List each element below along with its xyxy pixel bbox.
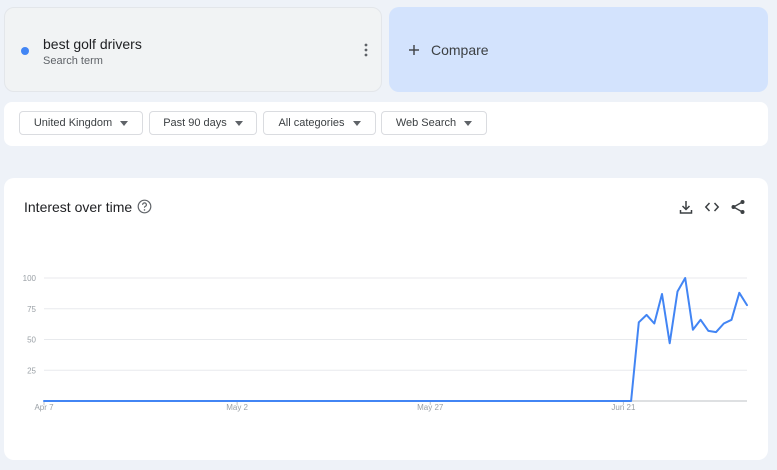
period-dropdown[interactable]: Past 90 days — [149, 111, 257, 135]
x-tick-label: Jun 21 — [611, 403, 636, 412]
search-term-card[interactable]: best golf drivers Search term — [4, 7, 382, 92]
series-color-dot — [21, 47, 29, 55]
y-tick-label: 75 — [27, 305, 36, 314]
search-term-subtitle: Search term — [43, 55, 103, 67]
y-tick-label: 100 — [23, 274, 37, 283]
filter-bar: United Kingdom Past 90 days All categori… — [4, 102, 768, 146]
x-tick-label: May 27 — [417, 403, 444, 412]
add-icon — [409, 44, 419, 55]
caret-down-icon — [120, 120, 129, 126]
interest-line-chart: 25 50 75 100 Apr 7 May 2 May 27 Jun 21 — [23, 274, 748, 412]
compare-label: Compare — [431, 41, 489, 58]
search-type-dropdown-label: Web Search — [395, 117, 457, 129]
period-dropdown-label: Past 90 days — [163, 117, 227, 129]
region-dropdown-label: United Kingdom — [33, 117, 113, 129]
caret-down-icon — [352, 120, 361, 126]
search-term-text: best golf drivers Search term — [43, 36, 142, 68]
y-tick-label: 25 — [27, 366, 36, 375]
search-term-title: best golf drivers — [43, 36, 142, 52]
caret-down-icon — [234, 120, 243, 126]
x-tick-label: Apr 7 — [34, 403, 54, 412]
search-type-dropdown[interactable]: Web Search — [381, 111, 487, 135]
compare-button[interactable]: Compare — [389, 7, 768, 92]
interest-over-time-card: Interest over time 25 50 75 100 Apr 7 May 2 Ma… — [4, 178, 768, 460]
category-dropdown[interactable]: All categories — [263, 111, 376, 135]
caret-down-icon — [464, 120, 473, 126]
category-dropdown-label: All categories — [278, 117, 345, 129]
x-tick-label: May 2 — [226, 403, 248, 412]
more-vert-icon[interactable] — [358, 41, 374, 59]
y-tick-label: 50 — [27, 336, 36, 345]
region-dropdown[interactable]: United Kingdom — [19, 111, 143, 135]
